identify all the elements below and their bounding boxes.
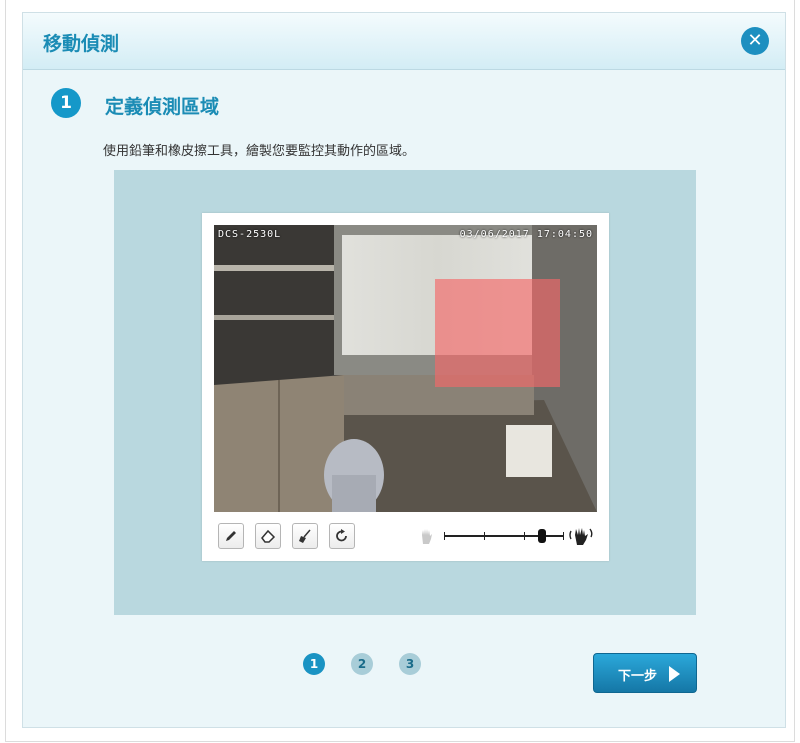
sensitivity-slider[interactable] (416, 523, 596, 549)
reset-tool-button[interactable] (329, 523, 355, 549)
next-button-label: 下一步 (618, 669, 658, 684)
camera-frame: DCS-2530L 03/06/2017 17:04:50 (202, 213, 609, 561)
window-frame: 移動偵測 ✕ 1 定義偵測區域 使用鉛筆和橡皮擦工具，繪製您要監控其動作的區域。 (5, 0, 795, 742)
motion-detection-region[interactable] (435, 279, 560, 387)
camera-view[interactable]: DCS-2530L 03/06/2017 17:04:50 (214, 225, 597, 512)
step-number-badge: 1 (51, 88, 81, 118)
step-description: 使用鉛筆和橡皮擦工具，繪製您要監控其動作的區域。 (103, 144, 416, 159)
dialog-header: 移動偵測 ✕ (23, 13, 785, 70)
sensitivity-track[interactable] (444, 535, 564, 537)
camera-model-label: DCS-2530L (218, 229, 282, 240)
detection-stage: DCS-2530L 03/06/2017 17:04:50 (114, 170, 696, 615)
step-title: 定義偵測區域 (105, 96, 220, 118)
play-arrow-icon (669, 666, 680, 682)
page-indicator-2[interactable]: 2 (351, 653, 373, 675)
slider-tick (444, 532, 445, 540)
motion-detection-dialog: 移動偵測 ✕ 1 定義偵測區域 使用鉛筆和橡皮擦工具，繪製您要監控其動作的區域。 (22, 12, 786, 728)
slider-tick (484, 532, 485, 540)
page-indicator-3[interactable]: 3 (399, 653, 421, 675)
sensitivity-knob[interactable] (538, 529, 546, 543)
pencil-tool-button[interactable] (218, 523, 244, 549)
hand-still-icon (422, 529, 432, 544)
slider-tick (563, 532, 564, 540)
next-button[interactable]: 下一步 (593, 653, 697, 693)
pencil-icon (226, 531, 236, 541)
dialog-title: 移動偵測 (43, 33, 120, 55)
hand-wave-icon (569, 528, 593, 545)
camera-timestamp: 03/06/2017 17:04:50 (459, 229, 593, 240)
eraser-tool-button[interactable] (255, 523, 281, 549)
broom-icon (299, 529, 311, 543)
close-button[interactable]: ✕ (741, 27, 769, 55)
page-indicator-1[interactable]: 1 (303, 653, 325, 675)
eraser-icon (261, 529, 276, 543)
close-icon: ✕ (747, 30, 763, 51)
refresh-icon (336, 529, 347, 542)
clear-tool-button[interactable] (292, 523, 318, 549)
slider-tick (524, 532, 525, 540)
